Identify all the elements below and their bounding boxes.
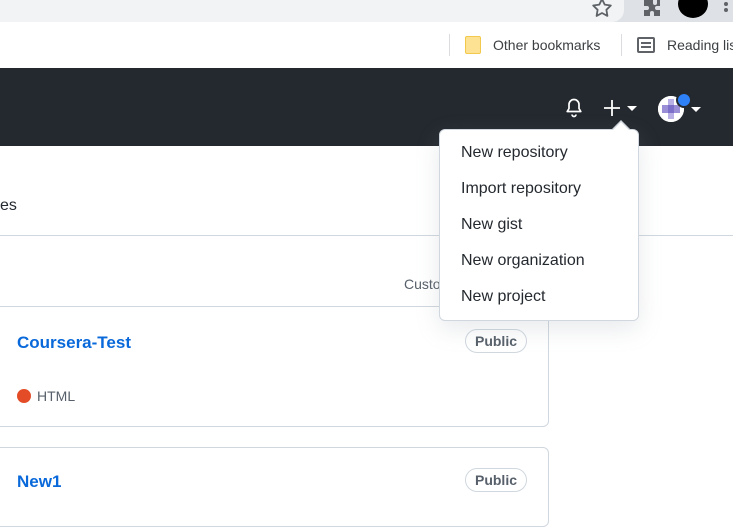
visibility-badge: Public <box>464 329 527 353</box>
bookmarks-divider <box>621 34 622 56</box>
user-menu-button[interactable] <box>656 92 704 124</box>
reading-list-icon <box>637 37 655 53</box>
extensions-icon[interactable] <box>640 0 664 20</box>
bookmark-label: Reading list <box>667 37 733 53</box>
menu-item-new-repository[interactable]: New repository <box>440 138 638 168</box>
bookmark-star-icon[interactable] <box>590 0 614 20</box>
repo-card: Coursera-Test Public HTML <box>0 306 549 427</box>
caret-down-icon <box>691 107 701 112</box>
customize-link[interactable]: Custo <box>404 276 441 292</box>
browser-menu-icon[interactable] <box>724 0 730 14</box>
bell-icon[interactable] <box>562 96 586 120</box>
plus-icon <box>604 100 620 116</box>
bookmarks-bar: Other bookmarks Reading list <box>0 22 733 69</box>
bookmark-label: Other bookmarks <box>493 37 601 53</box>
dropdown-caret-fill <box>613 122 629 130</box>
caret-down-icon <box>627 106 637 111</box>
language-label: HTML <box>37 388 76 404</box>
create-new-button[interactable] <box>602 96 642 120</box>
tab-label[interactable]: es <box>0 197 17 215</box>
menu-item-new-project[interactable]: New project <box>440 282 638 312</box>
menu-item-new-organization[interactable]: New organization <box>440 246 638 276</box>
address-bar[interactable] <box>0 0 624 22</box>
create-new-dropdown: New repository Import repository New gis… <box>439 129 639 321</box>
browser-profile-avatar[interactable] <box>678 0 708 18</box>
repo-name-link[interactable]: New1 <box>17 472 61 492</box>
menu-item-import-repository[interactable]: Import repository <box>440 174 638 204</box>
repo-language: HTML <box>17 388 75 404</box>
menu-item-new-gist[interactable]: New gist <box>440 210 638 240</box>
bookmark-reading-list[interactable]: Reading list <box>637 34 733 56</box>
folder-icon <box>465 36 481 54</box>
repo-card: New1 Public <box>0 447 549 527</box>
language-color-dot <box>17 389 31 403</box>
bookmarks-divider <box>449 34 450 56</box>
bookmark-other-bookmarks[interactable]: Other bookmarks <box>465 34 600 56</box>
repo-name-link[interactable]: Coursera-Test <box>17 333 131 353</box>
visibility-badge: Public <box>464 468 527 492</box>
